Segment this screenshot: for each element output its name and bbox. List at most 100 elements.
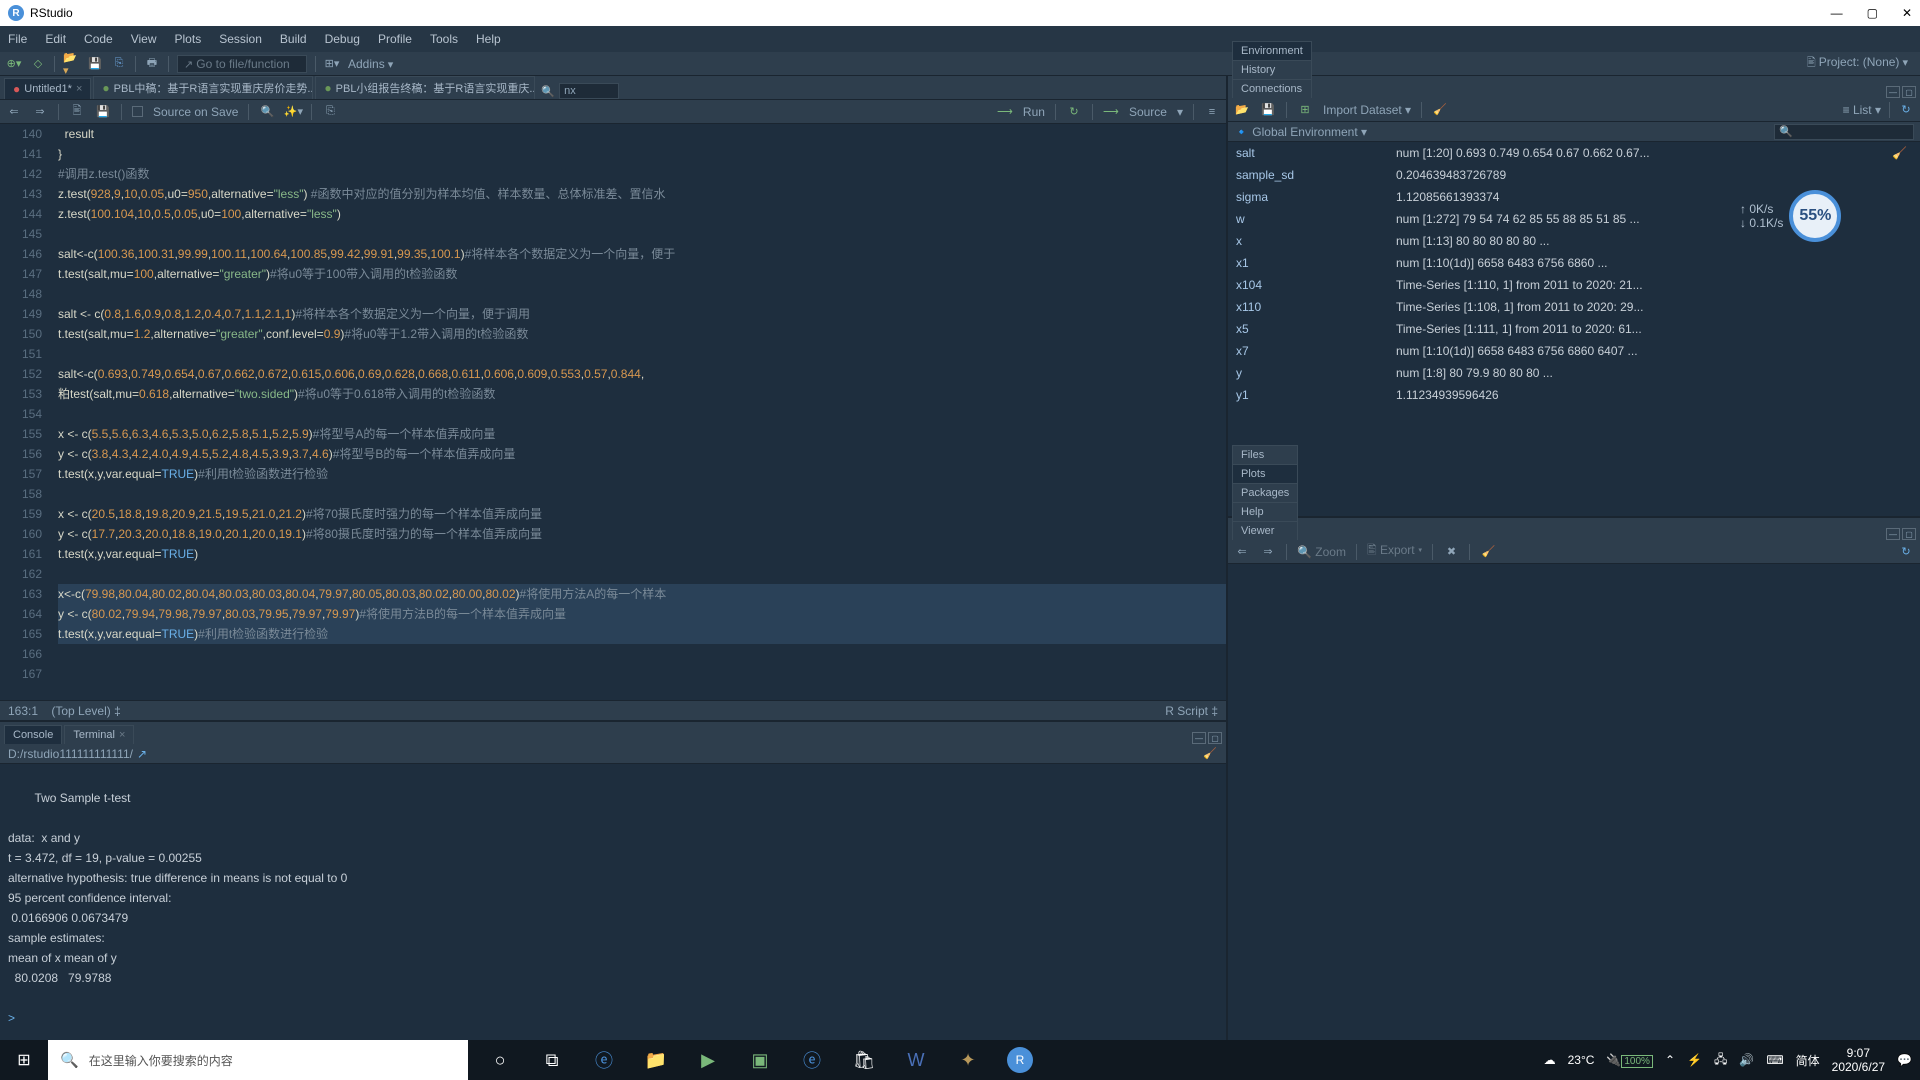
power-icon[interactable]: ⚡ <box>1687 1053 1702 1067</box>
save-all-icon[interactable]: ⎘ <box>111 56 127 72</box>
ime-label[interactable]: 简体 <box>1796 1052 1820 1069</box>
menu-debug[interactable]: Debug <box>325 32 360 46</box>
viewer-tab-plots[interactable]: Plots <box>1232 464 1298 483</box>
console-tab-console[interactable]: Console <box>4 725 62 744</box>
env-variable-row[interactable]: y11.11234939596426 <box>1228 384 1920 406</box>
source-tab[interactable]: ● PBL中稿：基于R语言实现重庆房价走势... × <box>93 76 313 99</box>
refresh-plot-icon[interactable]: ↻ <box>1898 544 1914 560</box>
notifications-icon[interactable]: 💬 <box>1897 1053 1912 1067</box>
maximize-pane-icon[interactable]: ▢ <box>1902 528 1916 540</box>
env-variable-row[interactable]: x104Time-Series [1:110, 1] from 2011 to … <box>1228 274 1920 296</box>
wand-icon[interactable]: ✨▾ <box>285 104 301 120</box>
maximize-pane-icon[interactable]: ▢ <box>1208 732 1222 744</box>
next-plot-icon[interactable]: ⇒ <box>1260 544 1276 560</box>
maximize-button[interactable]: ▢ <box>1867 6 1878 20</box>
env-variable-row[interactable]: ynum [1:8] 80 79.9 80 80 80 ... <box>1228 362 1920 384</box>
clear-env-icon[interactable]: 🧹 <box>1432 102 1448 118</box>
app-icon[interactable]: ✦ <box>948 1040 988 1080</box>
goto-file-input[interactable]: ↗ Go to file/function <box>177 55 307 73</box>
env-tab-environment[interactable]: Environment <box>1232 41 1312 60</box>
env-variable-row[interactable]: x5Time-Series [1:111, 1] from 2011 to 20… <box>1228 318 1920 340</box>
cortana-icon[interactable]: ○ <box>480 1040 520 1080</box>
compile-report-icon[interactable]: ⎘ <box>322 104 338 120</box>
ime-icon[interactable]: ⌨ <box>1766 1053 1783 1067</box>
env-variable-row[interactable]: wnum [1:272] 79 54 74 62 85 55 88 85 51 … <box>1228 208 1920 230</box>
battery-icon[interactable]: 🔌100% <box>1606 1053 1653 1067</box>
source-tab[interactable]: ● PBL小组报告终稿：基于R语言实现重庆... × <box>315 76 535 99</box>
explorer-icon[interactable]: 📁 <box>636 1040 676 1080</box>
scope-selector[interactable]: 🔹 Global Environment ▾ <box>1234 125 1367 139</box>
start-button[interactable]: ⊞ <box>0 1040 48 1080</box>
close-button[interactable]: ✕ <box>1902 6 1912 20</box>
iqiyi-icon[interactable]: ▣ <box>740 1040 780 1080</box>
viewer-tab-help[interactable]: Help <box>1232 502 1298 521</box>
menu-code[interactable]: Code <box>84 32 113 46</box>
task-view-icon[interactable]: ⧉ <box>532 1040 572 1080</box>
env-variable-row[interactable]: xnum [1:13] 80 80 80 80 80 ... <box>1228 230 1920 252</box>
ie-icon[interactable]: ⓔ <box>792 1040 832 1080</box>
menu-view[interactable]: View <box>131 32 157 46</box>
import-dataset-menu[interactable]: Import Dataset ▾ <box>1323 103 1411 117</box>
save-icon[interactable]: 💾 <box>95 104 111 120</box>
env-variable-row[interactable]: x110Time-Series [1:108, 1] from 2011 to … <box>1228 296 1920 318</box>
code-editor[interactable]: 1401411421431441451461471481491501511521… <box>0 124 1226 700</box>
export-menu[interactable]: 🖺 Export ▾ <box>1367 541 1422 562</box>
media-icon[interactable]: ▶ <box>688 1040 728 1080</box>
menu-build[interactable]: Build <box>280 32 307 46</box>
back-icon[interactable]: ⇐ <box>6 104 22 120</box>
import-icon[interactable]: ⊞ <box>1297 102 1313 118</box>
zoom-button[interactable]: 🔍 Zoom <box>1297 545 1346 559</box>
prev-plot-icon[interactable]: ⇐ <box>1234 544 1250 560</box>
forward-icon[interactable]: ⇒ <box>32 104 48 120</box>
remove-plot-icon[interactable]: ✖ <box>1443 544 1459 560</box>
env-tab-connections[interactable]: Connections <box>1232 79 1312 98</box>
edge-icon[interactable]: ⓔ <box>584 1040 624 1080</box>
run-button[interactable]: Run <box>1023 105 1045 119</box>
menu-profile[interactable]: Profile <box>378 32 412 46</box>
language-label[interactable]: R Script ‡ <box>1165 704 1218 718</box>
env-search-input[interactable] <box>1774 124 1914 140</box>
minimize-button[interactable]: — <box>1831 6 1843 20</box>
source-on-save-checkbox[interactable] <box>132 106 143 117</box>
env-tab-history[interactable]: History <box>1232 60 1312 79</box>
rerun-icon[interactable]: ↻ <box>1066 104 1082 120</box>
scope-label[interactable]: (Top Level) ‡ <box>51 704 120 718</box>
clock-time[interactable]: 9:07 <box>1832 1046 1885 1060</box>
env-variable-row[interactable]: sigma1.12085661393374 <box>1228 186 1920 208</box>
volume-icon[interactable]: 🔊 <box>1739 1053 1754 1067</box>
tray-chevron-icon[interactable]: ⌃ <box>1665 1053 1675 1067</box>
console-working-dir[interactable]: D:/rstudio111111111111/ <box>8 747 133 761</box>
environment-variable-list[interactable]: saltnum [1:20] 0.693 0.749 0.654 0.67 0.… <box>1228 142 1920 516</box>
project-selector[interactable]: 🖹 Project: (None) ▾ <box>1801 52 1914 75</box>
env-variable-row[interactable]: x1num [1:10(1d)] 6658 6483 6756 6860 ... <box>1228 252 1920 274</box>
clear-console-icon[interactable]: 🧹 <box>1202 746 1218 762</box>
source-icon[interactable]: ⟶ <box>1103 104 1119 120</box>
new-project-icon[interactable]: ◇ <box>30 56 46 72</box>
menu-help[interactable]: Help <box>476 32 501 46</box>
load-workspace-icon[interactable]: 📂 <box>1234 102 1250 118</box>
menu-plots[interactable]: Plots <box>175 32 202 46</box>
env-variable-row[interactable]: sample_sd0.204639483726789 <box>1228 164 1920 186</box>
menu-edit[interactable]: Edit <box>45 32 66 46</box>
minimize-pane-icon[interactable]: — <box>1192 732 1206 744</box>
menu-session[interactable]: Session <box>219 32 262 46</box>
viewer-tab-files[interactable]: Files <box>1232 445 1298 464</box>
rstudio-taskbar-icon[interactable]: R <box>1000 1040 1040 1080</box>
clock-date[interactable]: 2020/6/27 <box>1832 1060 1885 1074</box>
popout-icon[interactable]: ↗ <box>137 747 147 761</box>
new-file-icon[interactable]: ⊕▾ <box>6 56 22 72</box>
console-tab-terminal[interactable]: Terminal × <box>64 725 134 744</box>
grid-icon[interactable]: ⊞▾ <box>324 56 340 72</box>
source-find-input[interactable]: nx <box>559 83 619 99</box>
addins-menu[interactable]: Addins ▾ <box>348 57 393 71</box>
viewer-tab-packages[interactable]: Packages <box>1232 483 1298 502</box>
viewer-tab-viewer[interactable]: Viewer <box>1232 521 1298 540</box>
list-grid-toggle[interactable]: ≡ List ▾ <box>1843 103 1881 117</box>
clear-plots-icon[interactable]: 🧹 <box>1480 544 1496 560</box>
refresh-env-icon[interactable]: ↻ <box>1898 102 1914 118</box>
source-button[interactable]: Source <box>1129 105 1167 119</box>
find-icon[interactable]: 🔍 <box>259 104 275 120</box>
taskbar-search[interactable]: 🔍 在这里输入你要搜索的内容 <box>48 1040 468 1080</box>
weather-icon[interactable]: ☁ <box>1544 1053 1556 1067</box>
print-icon[interactable]: 🖶 <box>144 56 160 72</box>
